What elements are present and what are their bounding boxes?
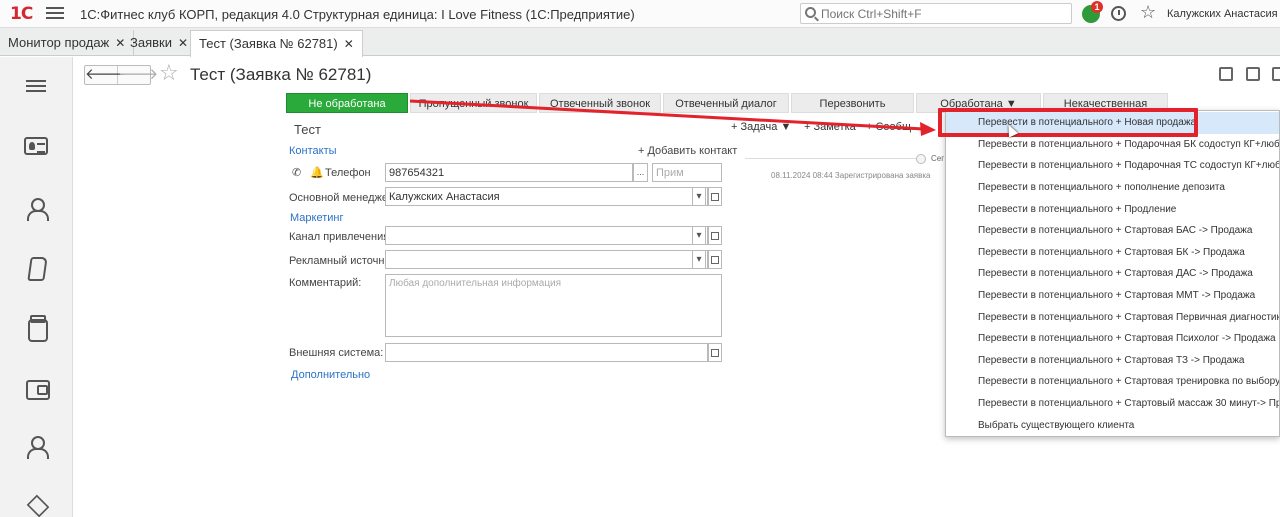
dropdown-item[interactable]: Перевести в потенциального + Стартовый м… bbox=[946, 393, 1279, 415]
client-icon[interactable] bbox=[24, 197, 49, 221]
search-icon bbox=[805, 7, 816, 18]
app-logo[interactable]: 1С bbox=[10, 4, 33, 24]
close-icon[interactable]: ✕ bbox=[344, 37, 354, 51]
phone-icon: ✆ bbox=[292, 167, 302, 179]
link-icon[interactable] bbox=[1272, 67, 1280, 81]
manager-label: Основной менеджер: bbox=[289, 192, 398, 204]
dropdown-item[interactable]: Перевести в потенциального + Стартовая Б… bbox=[946, 242, 1279, 264]
contact-card-icon[interactable] bbox=[24, 137, 48, 155]
processed-dropdown-menu: Перевести в потенциального + Новая прода… bbox=[945, 110, 1280, 437]
open-tabs-bar: Монитор продаж ✕ Заявки ✕ Тест (Заявка № 6… bbox=[0, 28, 1280, 57]
main-menu-icon[interactable] bbox=[46, 5, 64, 21]
source-input[interactable] bbox=[385, 250, 708, 269]
app-title: 1С:Фитнес клуб КОРП, редакция 4.0 Структ… bbox=[80, 7, 635, 22]
feed-event: 08.11.2024 08:44 Зарегистрирована заявка bbox=[771, 171, 931, 180]
tab-sales-monitor[interactable]: Монитор продаж ✕ bbox=[0, 30, 135, 56]
manager-dropdown-arrow[interactable] bbox=[692, 187, 706, 206]
feed-segment-label: Сег bbox=[931, 154, 945, 163]
print-icon[interactable] bbox=[1246, 67, 1260, 81]
save-icon[interactable] bbox=[1219, 67, 1233, 81]
external-system-label: Внешняя система: bbox=[289, 347, 384, 359]
close-icon[interactable]: ✕ bbox=[178, 36, 188, 50]
tab-request-62781[interactable]: Тест (Заявка № 62781) ✕ bbox=[190, 30, 363, 57]
status-call-back-button[interactable]: Перезвонить bbox=[791, 93, 914, 113]
user-name[interactable]: Калужских Анастасия bbox=[1167, 8, 1278, 20]
marketing-section[interactable]: Маркетинг bbox=[290, 212, 343, 224]
phone-select-button[interactable]: ... bbox=[633, 163, 648, 182]
dropdown-item[interactable]: Перевести в потенциального + Стартовая П… bbox=[946, 307, 1279, 329]
dropdown-item[interactable]: Перевести в потенциального + Продление bbox=[946, 199, 1279, 221]
status-not-processed-button[interactable]: Не обработана bbox=[286, 93, 408, 113]
dropdown-item[interactable]: Перевести в потенциального + Стартовая т… bbox=[946, 371, 1279, 393]
add-contact-link[interactable]: + Добавить контакт bbox=[638, 145, 737, 157]
channel-input[interactable] bbox=[385, 226, 708, 245]
channel-label: Канал привлечения: bbox=[289, 231, 393, 243]
source-dropdown-arrow[interactable] bbox=[692, 250, 706, 269]
phone-input[interactable]: 987654321 bbox=[385, 163, 633, 182]
comment-textarea[interactable]: Любая дополнительная информация bbox=[385, 274, 722, 337]
additional-link[interactable]: Дополнительно bbox=[291, 369, 370, 381]
external-system-input[interactable] bbox=[385, 343, 708, 362]
search-input[interactable] bbox=[821, 5, 1066, 22]
products-icon[interactable] bbox=[24, 315, 48, 342]
notification-badge: 1 bbox=[1091, 1, 1103, 13]
global-search[interactable] bbox=[800, 3, 1072, 24]
dropdown-item[interactable]: Перевести в потенциального + Стартовая М… bbox=[946, 285, 1279, 307]
dropdown-item[interactable]: Перевести в потенциального + Стартовая Т… bbox=[946, 350, 1279, 372]
status-answered-call-button[interactable]: Отвеченный звонок bbox=[539, 93, 661, 113]
source-label: Рекламный источник: bbox=[289, 255, 399, 267]
feed-divider bbox=[745, 158, 925, 159]
dropdown-item[interactable]: Перевести в потенциального + Стартовая Б… bbox=[946, 220, 1279, 242]
phone-label: Телефон bbox=[325, 167, 371, 179]
source-open-icon[interactable] bbox=[708, 250, 722, 269]
navigation-buttons: 🡐 🡒 bbox=[84, 65, 158, 85]
services-icon[interactable] bbox=[24, 255, 48, 279]
phone-note-input[interactable]: Прим bbox=[652, 163, 722, 182]
history-icon[interactable] bbox=[1111, 6, 1126, 21]
contacts-section[interactable]: Контакты bbox=[289, 145, 337, 157]
dropdown-item[interactable]: Перевести в потенциального + пополнение … bbox=[946, 177, 1279, 199]
favorite-star-icon[interactable]: ☆ bbox=[159, 60, 179, 86]
dropdown-item[interactable]: Перевести в потенциального + Стартовая Д… bbox=[946, 263, 1279, 285]
comment-label: Комментарий: bbox=[289, 277, 362, 289]
dropdown-item[interactable]: Выбрать существующего клиента bbox=[946, 415, 1279, 436]
top-bar: 1С 1С:Фитнес клуб КОРП, редакция 4.0 Стр… bbox=[0, 0, 1280, 28]
channel-open-icon[interactable] bbox=[708, 226, 722, 245]
reports-icon[interactable] bbox=[24, 493, 48, 517]
forward-arrow-icon[interactable]: 🡒 bbox=[118, 66, 158, 84]
tab-label: Монитор продаж bbox=[8, 35, 110, 50]
sections-sidebar bbox=[0, 57, 73, 517]
menu-icon[interactable] bbox=[24, 77, 48, 101]
external-system-open-icon[interactable] bbox=[708, 343, 722, 362]
status-answered-dialog-button[interactable]: Отвеченный диалог bbox=[663, 93, 789, 113]
favorites-icon[interactable]: ☆ bbox=[1140, 2, 1156, 23]
back-arrow-icon[interactable]: 🡐 bbox=[85, 66, 125, 84]
staff-icon[interactable] bbox=[24, 435, 49, 459]
page-title: Тест (Заявка № 62781) bbox=[190, 65, 372, 84]
annotation-highlight-box bbox=[938, 108, 1198, 137]
tab-requests[interactable]: Заявки ✕ bbox=[122, 30, 198, 56]
manager-input[interactable]: Калужских Анастасия bbox=[385, 187, 708, 206]
request-name[interactable]: Тест bbox=[294, 122, 321, 137]
channel-dropdown-arrow[interactable] bbox=[692, 226, 706, 245]
bell-icon: 🔔 bbox=[310, 167, 324, 179]
tab-label: Заявки bbox=[130, 35, 172, 50]
add-task-button[interactable]: + Задача ▼ bbox=[731, 121, 791, 133]
manager-open-icon[interactable] bbox=[708, 187, 722, 206]
dropdown-item[interactable]: Перевести в потенциального + Стартовая П… bbox=[946, 328, 1279, 350]
add-note-button[interactable]: + Заметка bbox=[804, 121, 856, 133]
dropdown-item[interactable]: Перевести в потенциального + Подарочная … bbox=[946, 155, 1279, 177]
tab-label: Тест (Заявка № 62781) bbox=[199, 36, 338, 51]
dropdown-item[interactable]: Перевести в потенциального + Подарочная … bbox=[946, 134, 1279, 156]
status-missed-call-button[interactable]: Пропущенный звонок bbox=[410, 93, 537, 113]
feed-toggle[interactable] bbox=[916, 154, 926, 164]
add-message-button[interactable]: + Сообщ bbox=[866, 121, 911, 133]
wallet-icon[interactable] bbox=[24, 375, 50, 400]
